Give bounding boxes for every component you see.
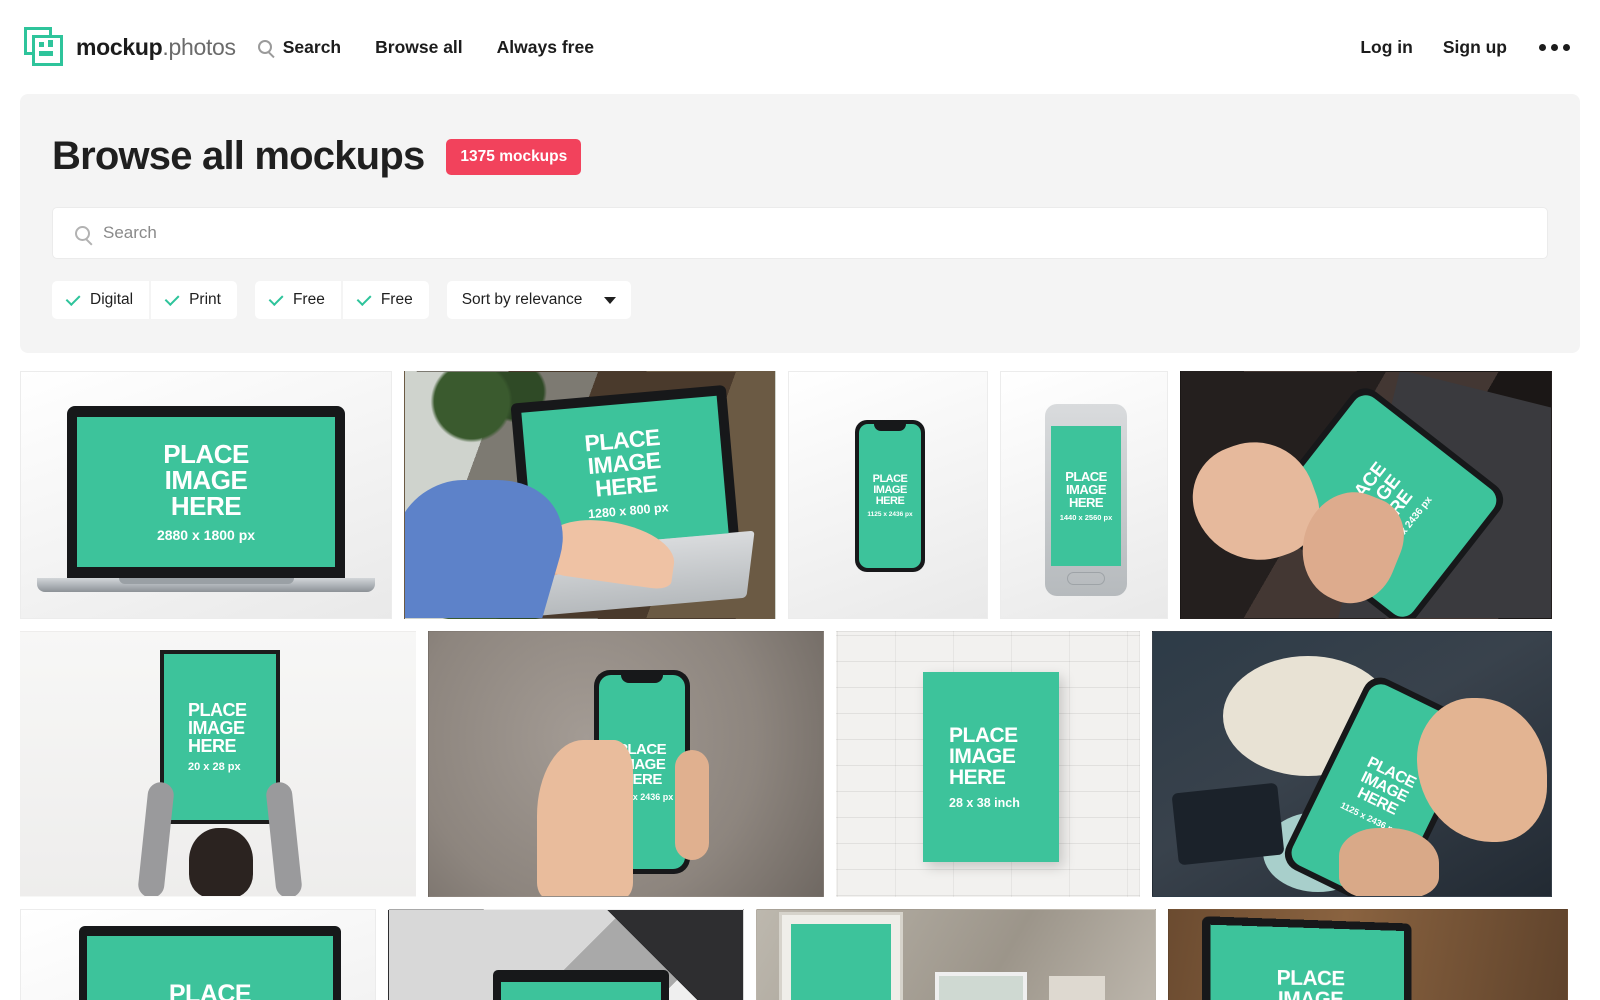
nav-item-always-free[interactable]: Always free <box>497 37 594 58</box>
filter-chip-print-label: Print <box>189 291 221 308</box>
placeholder-screen: PLACE IMAGE HERE 2880 x 1800 px <box>77 417 335 567</box>
placeholder-line-3: HERE <box>949 765 1006 789</box>
search-bar[interactable] <box>52 207 1548 259</box>
mockup-grid-row: PLACE IMAGE HERE 2880 x 1800 px PLACE IM… <box>20 371 1580 619</box>
placeholder-line-1: PLACE <box>1276 966 1345 991</box>
filter-chip-row: Digital Print Free Free Sort by relevanc… <box>52 281 1548 319</box>
ellipsis-icon[interactable] <box>1537 38 1572 57</box>
mockup-tile-poster-brick-wall[interactable]: PLACE IMAGE HERE 28 x 38 inch <box>836 631 1140 897</box>
search-input[interactable] <box>103 223 1525 243</box>
placeholder-dimension: 1125 x 2436 px <box>867 511 913 518</box>
placeholder-dimension: 20 x 28 px <box>188 761 241 773</box>
placeholder-screen: PLACE IMAGE HERE 1440 x 2560 px <box>1051 426 1121 566</box>
sort-dropdown[interactable]: Sort by relevance <box>446 281 632 319</box>
placeholder-screen: PLACE IMAGE HERE <box>87 936 333 1000</box>
filter-chip-free-1-label: Free <box>292 291 325 308</box>
filter-chip-digital-label: Digital <box>90 291 134 308</box>
filter-chip-free-2-label: Free <box>380 291 413 308</box>
placeholder-dimension: 28 x 38 inch <box>949 795 1020 810</box>
mockup-tile-macbook-white-bg[interactable]: PLACE IMAGE HERE 2880 x 1800 px <box>20 371 392 619</box>
nav-item-search[interactable]: Search <box>257 36 342 58</box>
brand-name-strong: mockup <box>76 33 163 60</box>
filter-chip-print[interactable]: Print <box>149 281 237 319</box>
page-header: Browse all mockups 1375 mockups <box>52 134 1548 179</box>
top-navigation-bar: mockup.photos Search Browse all Always f… <box>0 0 1600 94</box>
nav-search-label: Search <box>282 36 342 57</box>
mockup-tile-laptop-grey-room[interactable]: PLACE IMAGE HERE <box>388 909 744 1000</box>
brand-logo[interactable]: mockup.photos <box>24 27 236 67</box>
placeholder-poster: PLACE IMAGE HERE 20 x 28 px <box>164 654 276 820</box>
placeholder-line-2: IMAGE <box>164 465 248 495</box>
nav-item-browse-all[interactable]: Browse all <box>375 37 463 58</box>
placeholder-line-2: IMAGE <box>188 718 245 738</box>
placeholder-poster: PLACE IMAGE HERE <box>791 924 891 1000</box>
check-icon <box>268 291 284 307</box>
placeholder-line-3: HERE <box>875 495 905 507</box>
mockup-grid: PLACE IMAGE HERE 2880 x 1800 px PLACE IM… <box>0 353 1600 1000</box>
filter-group-type: Digital Print <box>52 281 237 319</box>
placeholder-line-1: PLACE <box>949 723 1018 747</box>
check-icon <box>164 291 180 307</box>
filter-chip-free-1[interactable]: Free <box>254 281 341 319</box>
primary-nav-links: Search Browse all Always free <box>257 36 594 58</box>
mockup-tile-iphone-in-hands-dark[interactable]: PLACE IMAGE HERE 1125 x 2436 px <box>1180 371 1552 619</box>
filter-chip-free-2[interactable]: Free <box>340 281 429 319</box>
mockup-count-badge: 1375 mockups <box>446 138 582 175</box>
placeholder-line-2: IMAGE <box>949 744 1016 768</box>
mockup-photos-logo-icon <box>24 27 64 67</box>
placeholder-line-3: HERE <box>170 491 242 521</box>
mockup-tile-iphone-cafe-coffee[interactable]: PLACE IMAGE HERE 1125 x 2436 px <box>1152 631 1552 897</box>
placeholder-line-1: PLACE <box>168 979 252 1000</box>
sort-dropdown-label: Sort by relevance <box>461 291 583 308</box>
mockup-grid-row: PLACE IMAGE HERE 20 x 28 px PLACE IMAGE … <box>20 631 1580 897</box>
browse-filter-panel: Browse all mockups 1375 mockups Digital … <box>20 94 1580 353</box>
placeholder-line-2: IMAGE <box>1277 987 1344 1000</box>
placeholder-line-1: PLACE <box>188 700 247 720</box>
placeholder-line-3: HERE <box>188 736 237 756</box>
mockup-tile-framed-poster-hanging[interactable]: PLACE IMAGE HERE 20 x 28 px <box>20 631 416 897</box>
signup-button[interactable]: Sign up <box>1443 37 1507 58</box>
filter-group-price: Free Free <box>254 281 429 319</box>
brand-wordmark: mockup.photos <box>76 34 236 61</box>
mockup-tile-iphone-x-flatlay[interactable]: PLACE IMAGE HERE 1125 x 2436 px <box>788 371 988 619</box>
placeholder-dimension: 2880 x 1800 px <box>156 527 256 543</box>
mockup-tile-iphone-held-pavement[interactable]: PLACE IMAGE HERE 1125 x 2436 px <box>428 631 824 897</box>
placeholder-line-3: HERE <box>1068 495 1104 510</box>
placeholder-poster: PLACE IMAGE HERE 28 x 38 inch <box>923 672 1059 862</box>
placeholder-screen: PLACE IMAGE HERE 1125 x 2436 px <box>859 424 921 568</box>
mockup-tile-samsung-galaxy-white[interactable]: PLACE IMAGE HERE 1440 x 2560 px <box>1000 371 1168 619</box>
mockup-tile-street-billboard-poster[interactable]: PLACE IMAGE HERE <box>756 909 1156 1000</box>
placeholder-dimension: 1440 x 2560 px <box>1059 513 1113 522</box>
mockup-grid-row: PLACE IMAGE HERE PLACE IMAGE HERE PLACE … <box>20 909 1580 1000</box>
page-title: Browse all mockups <box>52 134 425 178</box>
secondary-nav-links: Log in Sign up <box>1360 37 1572 58</box>
check-icon <box>356 291 372 307</box>
brand-name-light: .photos <box>162 33 236 60</box>
check-icon <box>65 291 81 307</box>
login-button[interactable]: Log in <box>1360 37 1412 58</box>
search-icon <box>75 225 90 241</box>
placeholder-dimension: 1280 x 800 px <box>587 499 670 521</box>
filter-chip-digital[interactable]: Digital <box>52 281 150 319</box>
mockup-tile-imac-white-bg[interactable]: PLACE IMAGE HERE <box>20 909 376 1000</box>
placeholder-screen: PLACE IMAGE HERE <box>501 982 661 1000</box>
mockup-tile-macbook-wood-desk[interactable]: PLACE IMAGE HERE 2560 x 1600 px <box>1168 909 1568 1000</box>
placeholder-line-1: PLACE <box>163 439 249 469</box>
mockup-tile-laptop-typing-hands[interactable]: PLACE IMAGE HERE 1280 x 800 px <box>404 371 776 619</box>
search-icon <box>257 40 272 54</box>
placeholder-line-3: HERE <box>594 469 659 502</box>
chevron-down-icon <box>604 296 617 304</box>
placeholder-screen: PLACE IMAGE HERE 2560 x 1600 px <box>1210 924 1405 1000</box>
